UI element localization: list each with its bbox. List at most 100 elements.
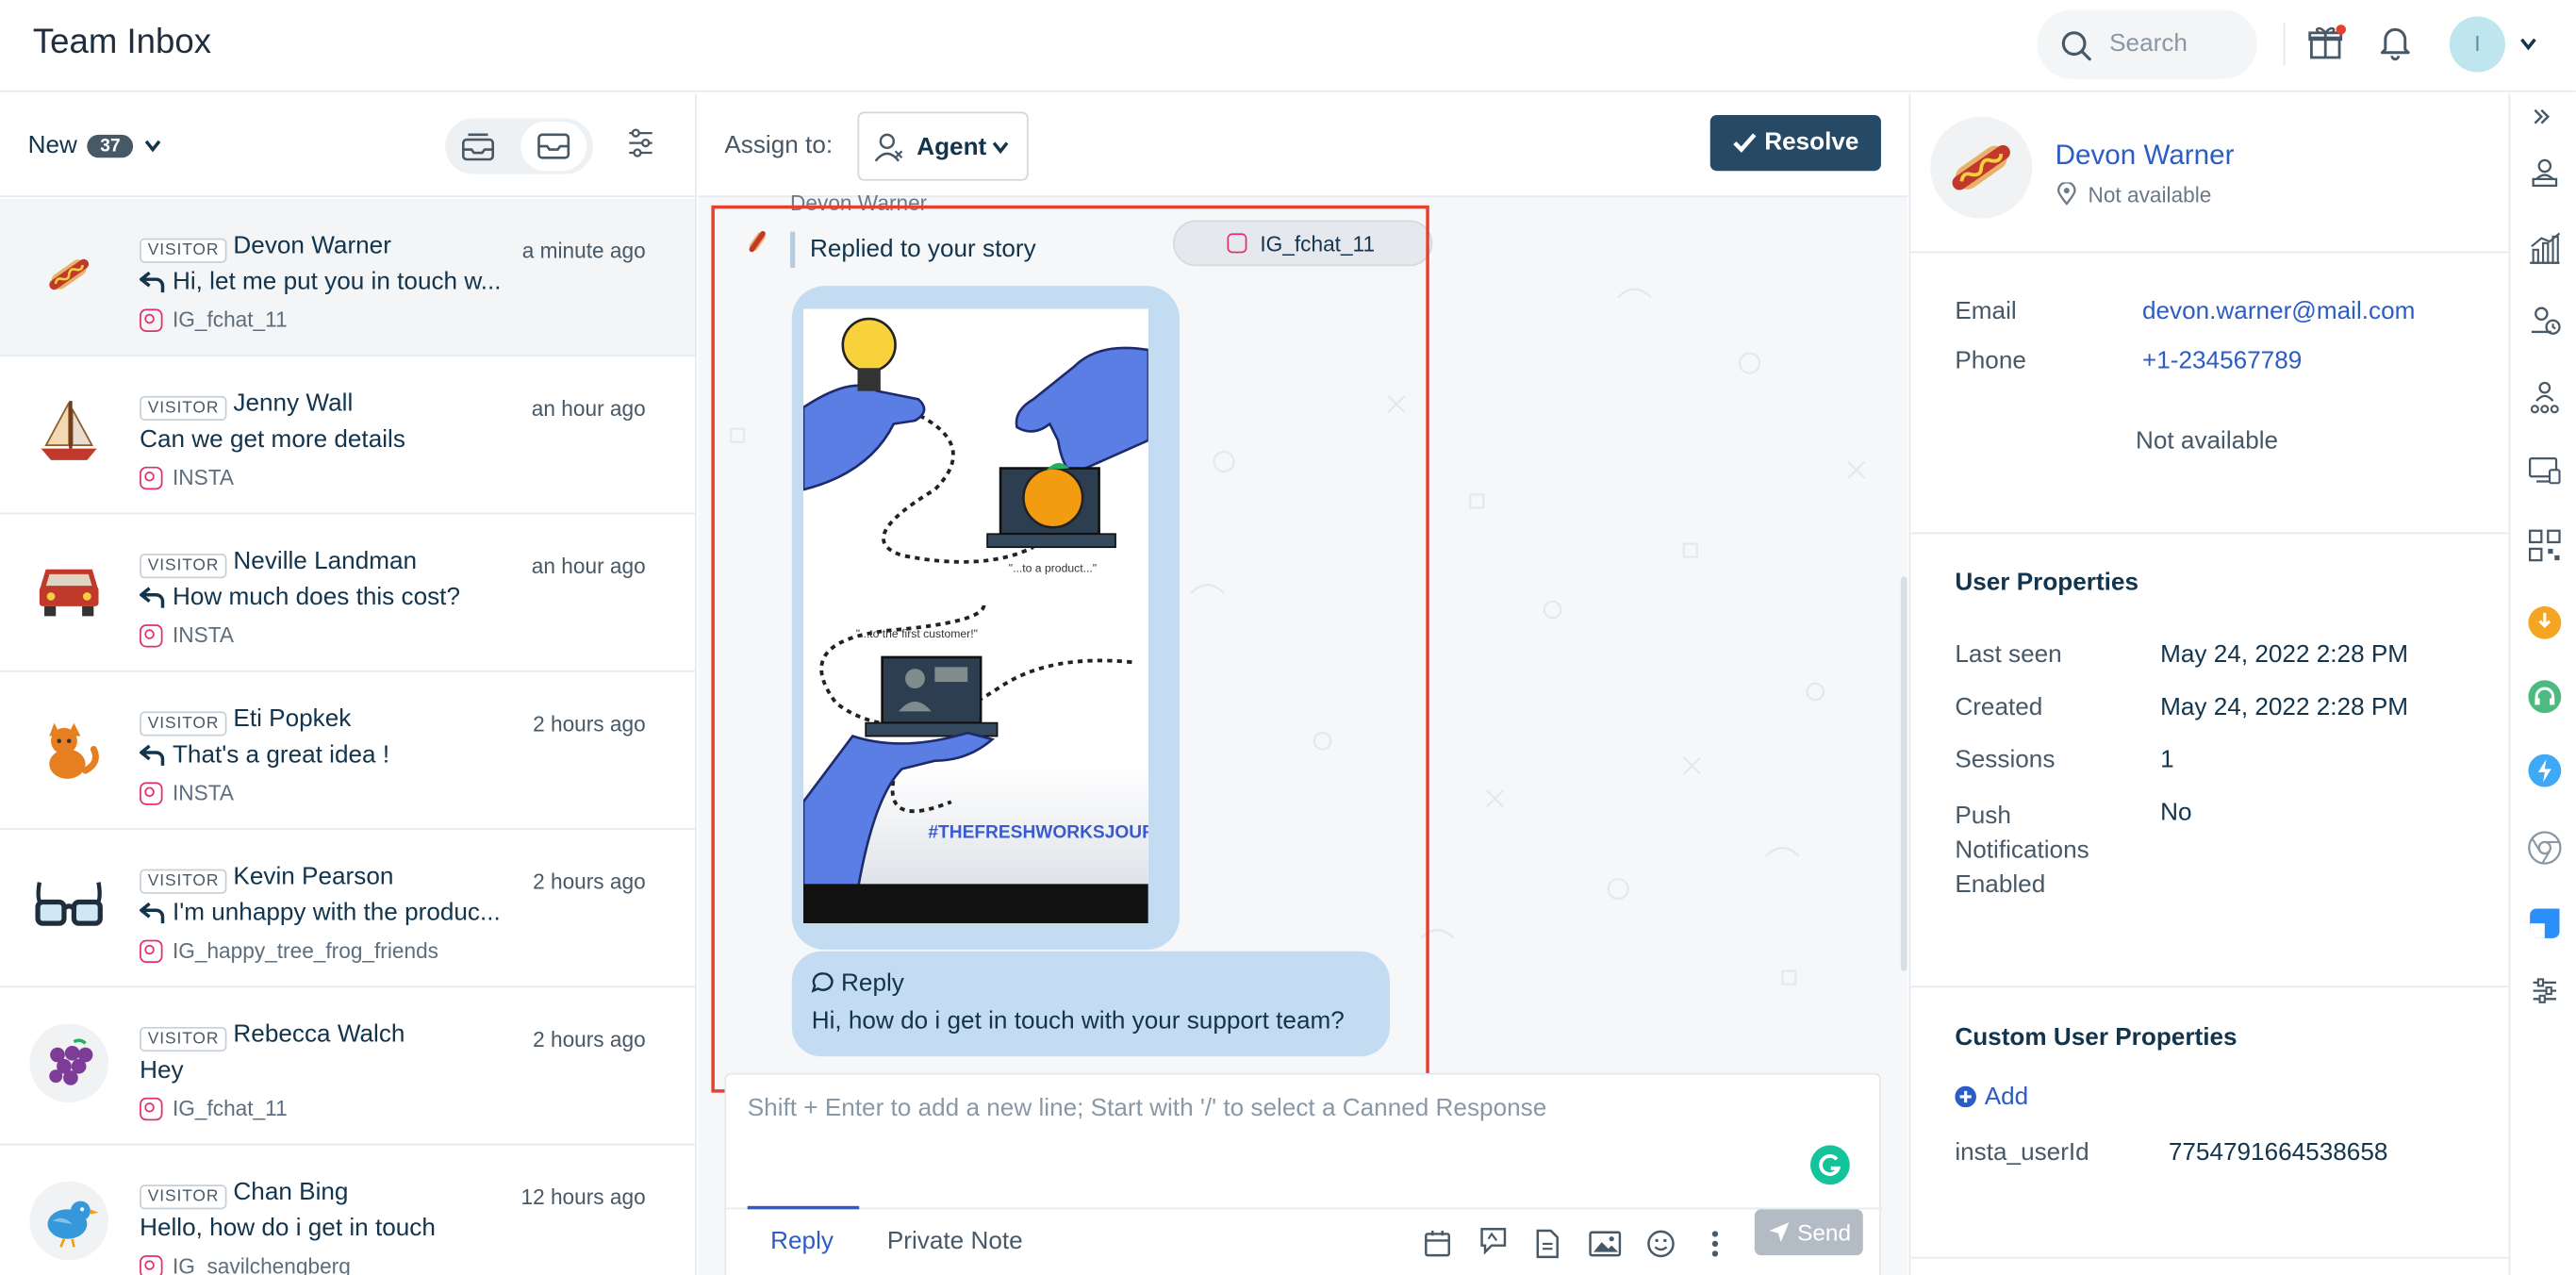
canned-response-icon[interactable]: [1478, 1226, 1508, 1255]
channel-name: INSTA: [172, 465, 234, 490]
last-message: That's a great idea !: [140, 741, 389, 769]
message-text: How much does this cost?: [172, 583, 460, 612]
conversation-item[interactable]: VISITOR Jenny Wall an hour ago Can we ge…: [0, 356, 695, 515]
resolve-label: Resolve: [1764, 127, 1859, 157]
check-icon: [1731, 131, 1758, 154]
phone-value[interactable]: +1-234567789: [2142, 347, 2302, 375]
contact-name[interactable]: Devon Warner: [2056, 140, 2235, 173]
chrome-icon[interactable]: [2527, 830, 2563, 866]
send-button[interactable]: Send: [1754, 1209, 1863, 1256]
filter-settings-icon[interactable]: [628, 128, 654, 157]
filter-dropdown[interactable]: New 37: [28, 131, 163, 159]
inbox-stack-icon[interactable]: [460, 130, 496, 163]
blue-app-icon[interactable]: [2527, 753, 2563, 788]
conversation-time: an hour ago: [531, 554, 646, 579]
gift-icon[interactable]: [2306, 23, 2347, 62]
channel-name: IG_fchat_11: [172, 1096, 288, 1121]
last-message: Hey: [140, 1056, 183, 1085]
document-icon[interactable]: [1534, 1229, 1560, 1259]
calendar-icon[interactable]: [1423, 1229, 1452, 1258]
last-message: Hello, how do i get in touch: [140, 1215, 436, 1243]
conversation-item[interactable]: VISITOR Devon Warner a minute ago Hi, le…: [0, 198, 695, 357]
channel-label: INSTA: [140, 781, 234, 805]
channel-label: IG_happy_tree_frog_friends: [140, 938, 438, 963]
timeline-icon[interactable]: [2527, 304, 2563, 339]
orange-app-icon[interactable]: [2527, 604, 2563, 640]
qr-code-icon[interactable]: [2527, 527, 2563, 563]
image-icon[interactable]: [1589, 1229, 1622, 1258]
more-options-icon[interactable]: [1710, 1229, 1720, 1258]
message-text: Hey: [140, 1056, 184, 1085]
last-message: How much does this cost?: [140, 583, 460, 612]
reply-arrow-icon: [140, 743, 166, 766]
highlight-box: [711, 205, 1429, 1093]
green-app-icon[interactable]: [2527, 679, 2563, 715]
instagram-icon: [140, 781, 163, 804]
channel-name: INSTA: [172, 622, 234, 648]
contact-name: Jenny Wall: [233, 389, 354, 418]
grammarly-icon[interactable]: [1810, 1145, 1850, 1185]
analytics-icon[interactable]: [2527, 230, 2563, 266]
contact-name: Chan Bing: [233, 1178, 349, 1206]
property-label: Push Notifications Enabled: [1955, 802, 2089, 900]
user-avatar[interactable]: I: [2449, 16, 2506, 73]
last-message: I'm unhappy with the produc...: [140, 899, 501, 927]
section-divider: [1910, 1256, 2509, 1259]
conversation-item[interactable]: VISITOR Rebecca Walch 2 hours ago Hey IG…: [0, 987, 695, 1146]
device-info-icon[interactable]: [2527, 452, 2563, 488]
custom-properties-title: Custom User Properties: [1955, 1023, 2237, 1052]
chat-panel: Assign to: Agent Resolve Devon Warner Re…: [698, 93, 1907, 1275]
message-text: Hello, how do i get in touch: [140, 1214, 436, 1243]
channel-name: IG_savilchengberg: [172, 1253, 351, 1275]
last-message: Hi, let me put you in touch w...: [140, 268, 502, 296]
view-toggle: [445, 118, 593, 174]
chat-scrollbar[interactable]: [1900, 576, 1907, 971]
composer-input[interactable]: Shift + Enter to add a new line; Start w…: [748, 1094, 1547, 1122]
tab-private-note[interactable]: Private Note: [887, 1227, 1023, 1255]
user-network-icon[interactable]: [2527, 379, 2563, 415]
conversation-item[interactable]: VISITOR Chan Bing 12 hours ago Hello, ho…: [0, 1145, 695, 1275]
property-value: No: [2160, 798, 2192, 827]
assign-agent-dropdown[interactable]: Agent: [857, 111, 1029, 181]
send-label: Send: [1797, 1218, 1852, 1246]
emoji-icon[interactable]: [1646, 1229, 1676, 1258]
search-icon: [2060, 29, 2093, 62]
instagram-icon: [140, 938, 163, 963]
visitor-badge: VISITOR: [140, 554, 228, 579]
agent-icon: [874, 131, 907, 164]
filter-count-badge: 37: [87, 133, 134, 157]
property-value: May 24, 2022 2:28 PM: [2160, 693, 2409, 721]
settings-sliders-icon[interactable]: [2530, 976, 2566, 1012]
channel-label: IG_fchat_11: [140, 307, 288, 332]
contact-info-icon[interactable]: [2527, 157, 2563, 192]
conversation-item[interactable]: VISITOR Neville Landman an hour ago How …: [0, 514, 695, 672]
phone-label: Phone: [1955, 346, 2026, 375]
property-label: Sessions: [1955, 746, 2056, 774]
hotdog-avatar: [29, 235, 108, 314]
resolve-button[interactable]: Resolve: [1709, 114, 1881, 172]
bell-icon[interactable]: [2379, 25, 2412, 61]
add-property-button[interactable]: Add: [1955, 1083, 2028, 1111]
contact-name: Eti Popkek: [233, 704, 352, 734]
sailboat-avatar: [29, 392, 108, 472]
channel-label: INSTA: [140, 622, 234, 647]
inbox-icon[interactable]: [520, 121, 587, 172]
plus-circle-icon: [1955, 1085, 1976, 1108]
section-divider: [1910, 532, 2509, 535]
double-chevron-right-icon[interactable]: [2532, 107, 2568, 142]
chevron-down-icon[interactable]: [2518, 36, 2538, 52]
conversation-item[interactable]: VISITOR Kevin Pearson 2 hours ago I'm un…: [0, 830, 695, 988]
instagram-icon: [140, 465, 163, 489]
message-text: I'm unhappy with the produc...: [172, 899, 501, 927]
section-divider: [1910, 251, 2509, 254]
contact-name: Rebecca Walch: [233, 1019, 405, 1049]
conversation-time: an hour ago: [531, 395, 646, 422]
search-input[interactable]: Search: [2037, 9, 2257, 79]
conversation-time: 12 hours ago: [520, 1184, 646, 1210]
tab-reply[interactable]: Reply: [770, 1227, 834, 1255]
list-header: New 37: [0, 93, 695, 198]
conversation-item[interactable]: VISITOR Eti Popkek 2 hours ago That's a …: [0, 672, 695, 830]
freshdesk-icon[interactable]: [2527, 905, 2563, 941]
email-value[interactable]: devon.warner@mail.com: [2142, 297, 2415, 325]
channel-label: INSTA: [140, 465, 234, 489]
